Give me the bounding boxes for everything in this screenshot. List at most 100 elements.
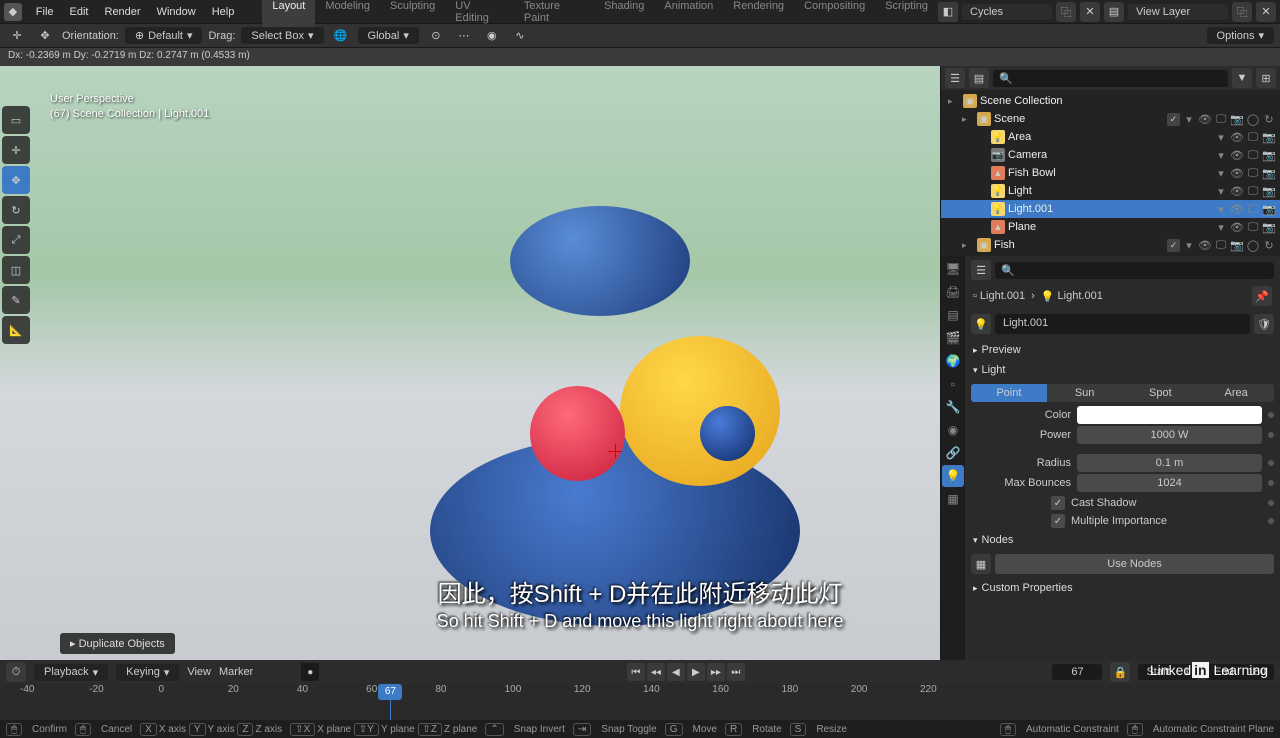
viewport-icon[interactable]: 🖵 [1246,148,1260,162]
eye-icon[interactable]: 👁 [1230,166,1244,180]
keying-dropdown[interactable]: Keying ▾ [116,664,179,681]
menu-help[interactable]: Help [204,3,243,21]
eye-icon[interactable]: 👁 [1230,184,1244,198]
texture-tab[interactable]: ▦ [942,488,964,510]
timeline-view-menu[interactable]: View [187,666,211,678]
render-tab[interactable]: 🖥 [942,258,964,280]
tree-row-camera[interactable]: 📷Camera▾👁🖵📷 [941,146,1280,164]
timeline-editor-icon[interactable]: ⏱ [6,662,26,682]
restrict-select-icon[interactable]: ▾ [1214,220,1228,234]
play-button[interactable]: ▶ [687,663,705,681]
restrict-select-icon[interactable]: ▾ [1182,112,1196,126]
eye-icon[interactable]: 👁 [1230,148,1244,162]
workspace-tab-layout[interactable]: Layout [262,0,315,29]
options-dropdown[interactable]: Options ▾ [1207,27,1274,44]
playhead[interactable]: 67 [378,684,402,700]
viewlayer-tab[interactable]: ▤ [942,304,964,326]
outliner-search-input[interactable]: 🔍 [993,70,1228,87]
render-icon[interactable]: 📷 [1230,238,1244,252]
light-name-input[interactable]: Light.001 [995,314,1250,334]
jump-end-button[interactable]: ⏭ [727,663,745,681]
properties-search-input[interactable]: 🔍 [995,262,1274,279]
tree-row-scene[interactable]: ▸▣Scene✓▾👁🖵📷◯↻ [941,110,1280,128]
render-icon[interactable]: 📷 [1262,130,1276,144]
tree-row-fish[interactable]: ▸▣Fish✓▾👁🖵📷◯↻ [941,236,1280,254]
cursor-tool[interactable]: ✛ [2,136,30,164]
global-icon[interactable]: 🌐 [330,25,352,47]
remove-viewlayer-icon[interactable]: ✕ [1256,2,1276,22]
transform-orientation-dropdown[interactable]: Global ▾ [358,27,419,44]
data-tab[interactable]: 💡 [942,465,964,487]
move-gizmo-icon[interactable]: ✥ [34,25,56,47]
light-type-area[interactable]: Area [1198,384,1274,402]
restrict-select-icon[interactable]: ▾ [1214,184,1228,198]
restrict-select-icon[interactable]: ▾ [1214,130,1228,144]
props-editor-icon[interactable]: ☰ [971,260,991,280]
modifier-tab[interactable]: 🔧 [942,396,964,418]
viewport-icon[interactable]: 🖵 [1214,238,1228,252]
viewport-icon[interactable]: 🖵 [1214,112,1228,126]
light-type-point[interactable]: Point [971,384,1047,402]
render-icon[interactable]: 📷 [1230,112,1244,126]
node-browse-icon[interactable]: ▦ [971,554,991,574]
rotate-tool[interactable]: ↻ [2,196,30,224]
tree-row-area[interactable]: 💡Area▾👁🖵📷 [941,128,1280,146]
menu-render[interactable]: Render [97,3,149,21]
drag-dropdown[interactable]: Select Box ▾ [241,27,323,44]
playback-dropdown[interactable]: Playback ▾ [34,664,108,681]
timeline-marker-menu[interactable]: Marker [219,666,253,678]
viewlayer-icon[interactable]: ▤ [1104,2,1124,22]
eye-icon[interactable]: 👁 [1198,238,1212,252]
snap-type-icon[interactable]: ⋯ [453,25,475,47]
viewport-icon[interactable]: 🖵 [1246,166,1260,180]
scene-tab[interactable]: 🎬 [942,327,964,349]
light-datablock-icon[interactable]: 💡 [971,314,991,334]
use-nodes-button[interactable]: Use Nodes [995,554,1274,574]
restrict-select-icon[interactable]: ▾ [1214,202,1228,216]
jump-next-button[interactable]: ▸▸ [707,663,725,681]
render-icon[interactable]: 📷 [1262,148,1276,162]
render-icon[interactable]: 📷 [1262,220,1276,234]
cast-shadow-checkbox[interactable]: ✓ [1051,496,1065,510]
select-tool[interactable]: ▭ [2,106,30,134]
exclude-checkbox[interactable]: ✓ [1167,239,1180,252]
eye-icon[interactable]: 👁 [1230,202,1244,216]
custom-props-panel-header[interactable]: Custom Properties [971,578,1274,598]
proportional-icon[interactable]: ◉ [481,25,503,47]
light-type-sun[interactable]: Sun [1047,384,1123,402]
jump-start-button[interactable]: ⏮ [627,663,645,681]
workspace-tab-animation[interactable]: Animation [654,0,723,29]
outliner-display-icon[interactable]: ▤ [969,68,989,88]
workspace-tab-scripting[interactable]: Scripting [875,0,938,29]
indirect-icon[interactable]: ↻ [1262,238,1276,252]
breadcrumb-data[interactable]: 💡 Light.001 [1041,290,1103,303]
snap-icon[interactable]: ⊙ [425,25,447,47]
nodes-panel-header[interactable]: Nodes [971,530,1274,550]
lock-range-icon[interactable]: 🔒 [1110,662,1130,682]
eye-icon[interactable]: 👁 [1198,112,1212,126]
copy-scene-icon[interactable]: ⿻ [1056,2,1076,22]
orientation-dropdown[interactable]: ⊕ Default ▾ [125,27,203,44]
fake-user-icon[interactable]: 🛡 [1254,314,1274,334]
autokey-button[interactable]: ● [301,663,319,681]
preview-panel-header[interactable]: Preview [971,340,1274,360]
annotate-tool[interactable]: ✎ [2,286,30,314]
proportional-type-icon[interactable]: ∿ [509,25,531,47]
tree-row-light-001[interactable]: 💡Light.001▾👁🖵📷 [941,200,1280,218]
add-viewlayer-icon[interactable]: ⿻ [1232,2,1252,22]
power-field[interactable]: 1000 W [1077,426,1262,444]
physics-tab[interactable]: ◉ [942,419,964,441]
workspace-tab-rendering[interactable]: Rendering [723,0,794,29]
new-collection-icon[interactable]: ⊞ [1256,68,1276,88]
restrict-select-icon[interactable]: ▾ [1214,166,1228,180]
tree-row-light[interactable]: 💡Light▾👁🖵📷 [941,182,1280,200]
viewport-icon[interactable]: 🖵 [1246,202,1260,216]
view-layer-dropdown[interactable]: View Layer [1128,4,1228,20]
restrict-select-icon[interactable]: ▾ [1214,148,1228,162]
menu-file[interactable]: File [28,3,62,21]
menu-edit[interactable]: Edit [62,3,97,21]
measure-tool[interactable]: 📐 [2,316,30,344]
bounces-field[interactable]: 1024 [1077,474,1262,492]
viewport-icon[interactable]: 🖵 [1246,130,1260,144]
scale-tool[interactable]: ⤢ [2,226,30,254]
